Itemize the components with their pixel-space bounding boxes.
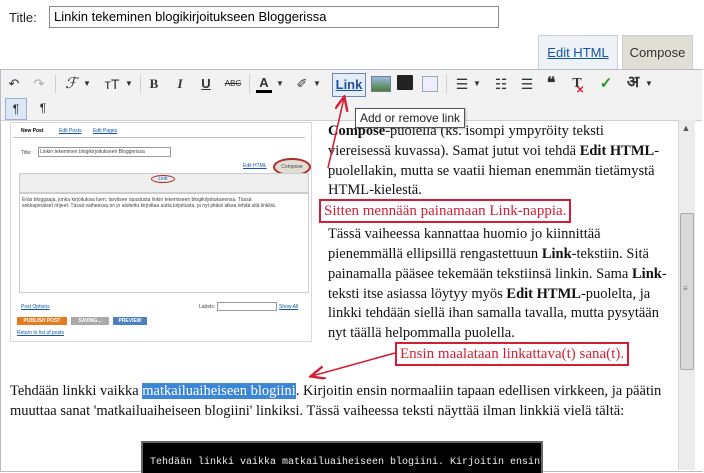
arrow-to-link-button (327, 98, 344, 169)
paragraph: Tehdään linkki vaikka matkailuaiheiseen … (10, 381, 680, 421)
text: Tehdään linkki vaikka (10, 383, 143, 399)
preview-text: Tehdään linkki vaikka matkailuaiheiseen … (150, 457, 541, 468)
link-tooltip: Add or remove link (355, 108, 465, 128)
selected-text[interactable]: matkailuaiheiseen blogiini (142, 383, 296, 399)
arrow-to-selected-text (312, 352, 396, 376)
